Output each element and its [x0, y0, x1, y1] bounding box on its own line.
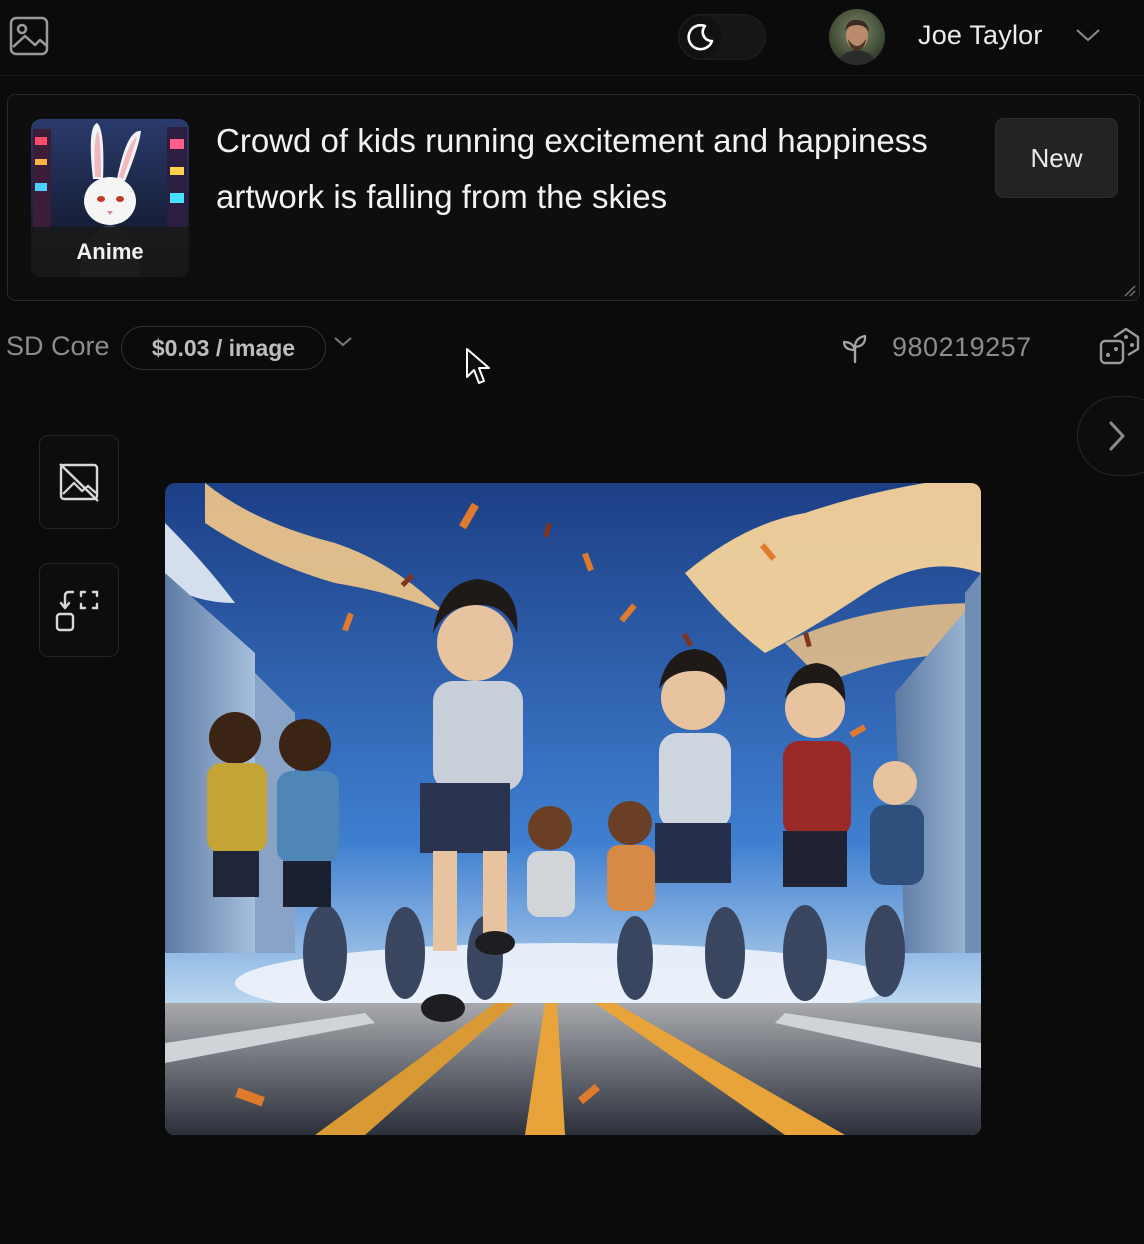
user-name[interactable]: Joe Taylor — [918, 20, 1043, 51]
prompt-card: Anime Crowd of kids running excitement a… — [7, 94, 1140, 301]
model-name[interactable]: SD Core — [6, 331, 110, 362]
generated-anime-image — [165, 483, 981, 1135]
image-icon[interactable] — [8, 15, 50, 57]
prompt-input[interactable]: Crowd of kids running excitement and hap… — [216, 113, 956, 225]
avatar-image — [829, 9, 885, 65]
new-button[interactable]: New — [995, 118, 1118, 198]
seed-value[interactable]: 980219257 — [892, 332, 1032, 363]
theme-toggle-knob — [680, 16, 722, 58]
style-label: Anime — [31, 227, 189, 277]
image-off-icon — [59, 463, 99, 502]
chevron-right-icon — [1109, 421, 1125, 451]
dice-icon[interactable] — [1098, 325, 1142, 369]
resize-frame-button[interactable] — [39, 563, 119, 657]
sprout-icon — [842, 334, 867, 364]
generated-image[interactable] — [165, 483, 981, 1135]
price-badge[interactable]: $0.03 / image — [121, 326, 326, 370]
chevron-down-icon[interactable] — [333, 334, 353, 350]
next-button[interactable] — [1077, 396, 1144, 476]
resize-handle-icon[interactable] — [1122, 283, 1136, 297]
resize-frame-icon — [55, 590, 99, 632]
top-bar: Joe Taylor — [0, 0, 1144, 76]
moon-icon — [687, 23, 714, 51]
style-selector[interactable]: Anime — [31, 119, 189, 277]
app-page: Joe Taylor Anime Crowd of kids running e… — [0, 0, 1144, 1244]
avatar[interactable] — [829, 9, 885, 65]
chevron-down-icon[interactable] — [1075, 26, 1101, 44]
remove-image-button[interactable] — [39, 435, 119, 529]
mouse-cursor-icon — [466, 348, 490, 384]
theme-toggle[interactable] — [678, 14, 766, 60]
